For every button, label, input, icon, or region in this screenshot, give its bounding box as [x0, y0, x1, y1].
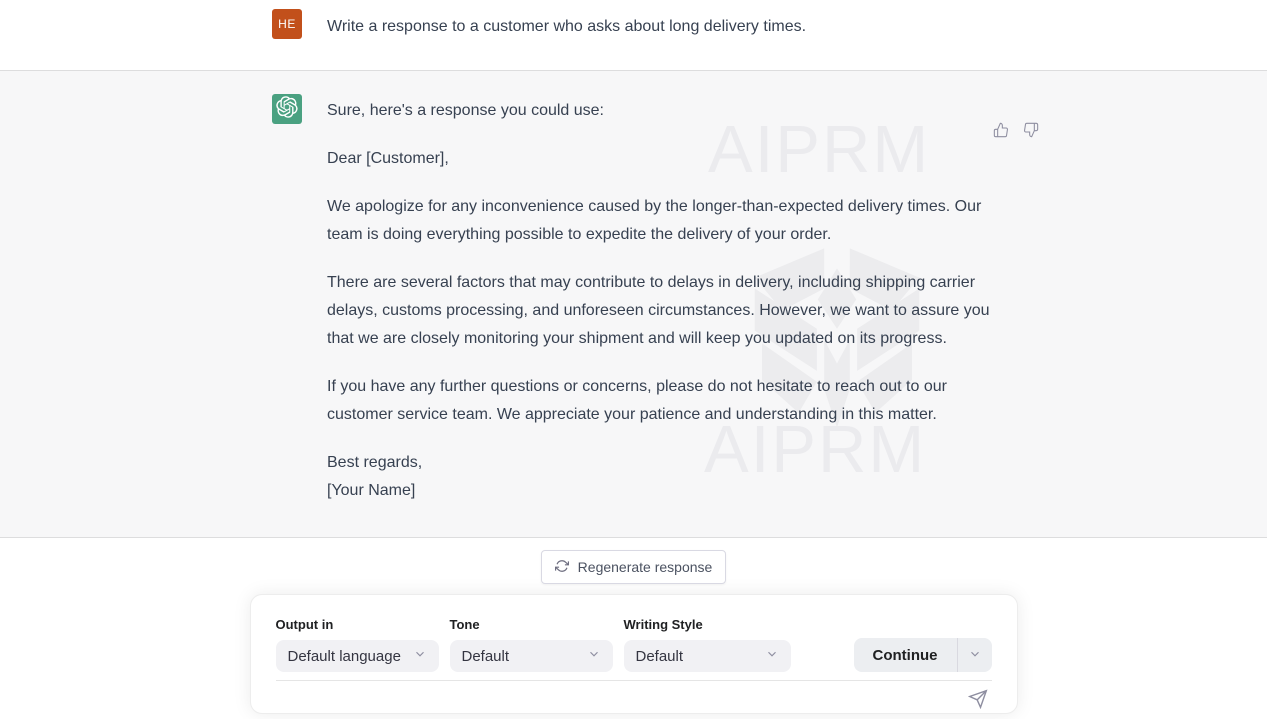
- continue-button[interactable]: Continue: [854, 638, 958, 672]
- continue-split-button: Continue: [854, 638, 992, 672]
- tone-select[interactable]: Default: [450, 640, 613, 672]
- thumbs-down-icon[interactable]: [1021, 120, 1041, 143]
- user-avatar-initials: HE: [278, 17, 296, 31]
- assistant-paragraph: There are several factors that may contr…: [327, 269, 995, 353]
- regenerate-wrap: Regenerate response: [0, 550, 1267, 584]
- output-language-field: Output in Default language: [276, 617, 439, 672]
- chat-app: HE Write a response to a customer who as…: [0, 0, 1267, 719]
- output-language-label: Output in: [276, 617, 439, 632]
- prompt-input[interactable]: [276, 681, 964, 719]
- chevron-down-icon: [968, 647, 982, 664]
- message-feedback: [991, 120, 1041, 143]
- regenerate-label: Regenerate response: [578, 559, 713, 575]
- writing-style-select[interactable]: Default: [624, 640, 791, 672]
- user-message-text: Write a response to a customer who asks …: [327, 9, 806, 41]
- assistant-signature-line: [Your Name]: [327, 477, 995, 505]
- output-language-select[interactable]: Default language: [276, 640, 439, 672]
- openai-logo-icon: [276, 96, 298, 123]
- chevron-down-icon: [765, 647, 779, 665]
- regenerate-icon: [555, 559, 569, 576]
- assistant-message-text: Sure, here's a response you could use: D…: [327, 94, 995, 505]
- continue-options-button[interactable]: [958, 638, 992, 672]
- user-avatar: HE: [272, 9, 302, 39]
- assistant-paragraph: Sure, here's a response you could use:: [327, 97, 995, 125]
- assistant-message-row: AIPRM AIPRM Sure, here's a response: [0, 70, 1267, 538]
- aiprm-options-panel: Output in Default language Tone Default: [250, 594, 1018, 714]
- send-icon[interactable]: [964, 685, 992, 716]
- prompt-input-row: [276, 681, 992, 719]
- assistant-signature-line: Best regards,: [327, 449, 995, 477]
- tone-value: Default: [462, 648, 510, 665]
- chevron-down-icon: [587, 647, 601, 665]
- output-language-value: Default language: [288, 648, 401, 665]
- tone-field: Tone Default: [450, 617, 613, 672]
- writing-style-field: Writing Style Default: [624, 617, 791, 672]
- assistant-paragraph: Dear [Customer],: [327, 145, 995, 173]
- assistant-avatar: [272, 94, 302, 124]
- thumbs-up-icon[interactable]: [991, 120, 1011, 143]
- aiprm-controls-row: Output in Default language Tone Default: [276, 617, 992, 672]
- regenerate-response-button[interactable]: Regenerate response: [541, 550, 727, 584]
- assistant-paragraph: If you have any further questions or con…: [327, 373, 995, 429]
- assistant-paragraph: We apologize for any inconvenience cause…: [327, 193, 995, 249]
- writing-style-label: Writing Style: [624, 617, 791, 632]
- chevron-down-icon: [413, 647, 427, 665]
- tone-label: Tone: [450, 617, 613, 632]
- writing-style-value: Default: [636, 648, 684, 665]
- user-message-row: HE Write a response to a customer who as…: [0, 0, 1267, 70]
